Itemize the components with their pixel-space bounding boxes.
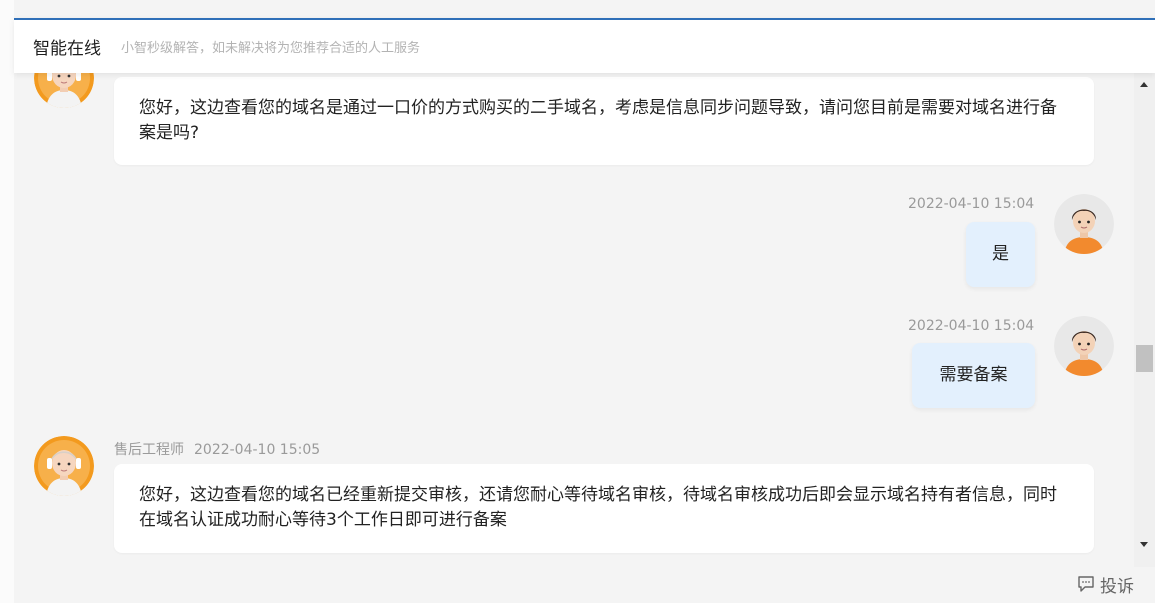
agent-message-time: 2022-04-10 15:05	[194, 442, 321, 458]
message-scrollbar[interactable]	[1134, 73, 1155, 567]
user-message-text: 是	[992, 244, 1009, 264]
user-message-time: 2022-04-10 15:04	[908, 318, 1035, 334]
agent-message-text: 您好，这边查看您的域名是通过一口价的方式购买的二手域名，考虑是信息同步问题导致，…	[139, 98, 1057, 143]
left-margin	[0, 0, 14, 603]
user-message-bubble: 是	[966, 222, 1035, 287]
user-avatar-icon	[1054, 316, 1114, 376]
message-list[interactable]: 您好，这边查看您的域名是通过一口价的方式购买的二手域名，考虑是信息同步问题导致，…	[14, 73, 1134, 567]
complain-button[interactable]: 投诉	[1077, 572, 1134, 597]
chat-window: 智能在线 小智秒级解答，如未解决将为您推荐合适的人工服务 您好，这边查看您的域名…	[0, 0, 1155, 603]
comment-icon	[1078, 576, 1094, 592]
agent-sender-name: 售后工程师	[114, 442, 184, 458]
agent-message-text: 您好，这边查看您的域名已经重新提交审核，还请您耐心等待域名审核，待域名审核成功后…	[139, 485, 1057, 530]
user-message-text: 需要备案	[939, 365, 1008, 385]
agent-message-meta: 售后工程师 2022-04-10 15:05	[114, 439, 320, 459]
user-avatar	[1054, 194, 1114, 254]
chat-header: 智能在线 小智秒级解答，如未解决将为您推荐合适的人工服务	[14, 18, 1155, 73]
user-avatar	[1054, 316, 1114, 376]
header-subtitle: 小智秒级解答，如未解决将为您推荐合适的人工服务	[121, 41, 421, 56]
agent-avatar	[34, 73, 94, 108]
user-avatar-icon	[1054, 194, 1114, 254]
agent-avatar-icon	[34, 436, 94, 496]
complain-label: 投诉	[1100, 576, 1134, 597]
agent-message-bubble: 您好，这边查看您的域名已经重新提交审核，还请您耐心等待域名审核，待域名审核成功后…	[114, 464, 1094, 553]
user-message-bubble: 需要备案	[912, 343, 1035, 408]
agent-avatar	[34, 436, 94, 496]
user-message-time: 2022-04-10 15:04	[908, 196, 1035, 212]
agent-message-bubble: 您好，这边查看您的域名是通过一口价的方式购买的二手域名，考虑是信息同步问题导致，…	[114, 77, 1094, 165]
scroll-down-arrow-icon[interactable]	[1140, 542, 1148, 547]
agent-avatar-icon	[34, 73, 94, 108]
scroll-up-arrow-icon[interactable]	[1140, 82, 1148, 87]
header-title: 智能在线	[33, 39, 101, 59]
scroll-thumb[interactable]	[1136, 345, 1153, 372]
